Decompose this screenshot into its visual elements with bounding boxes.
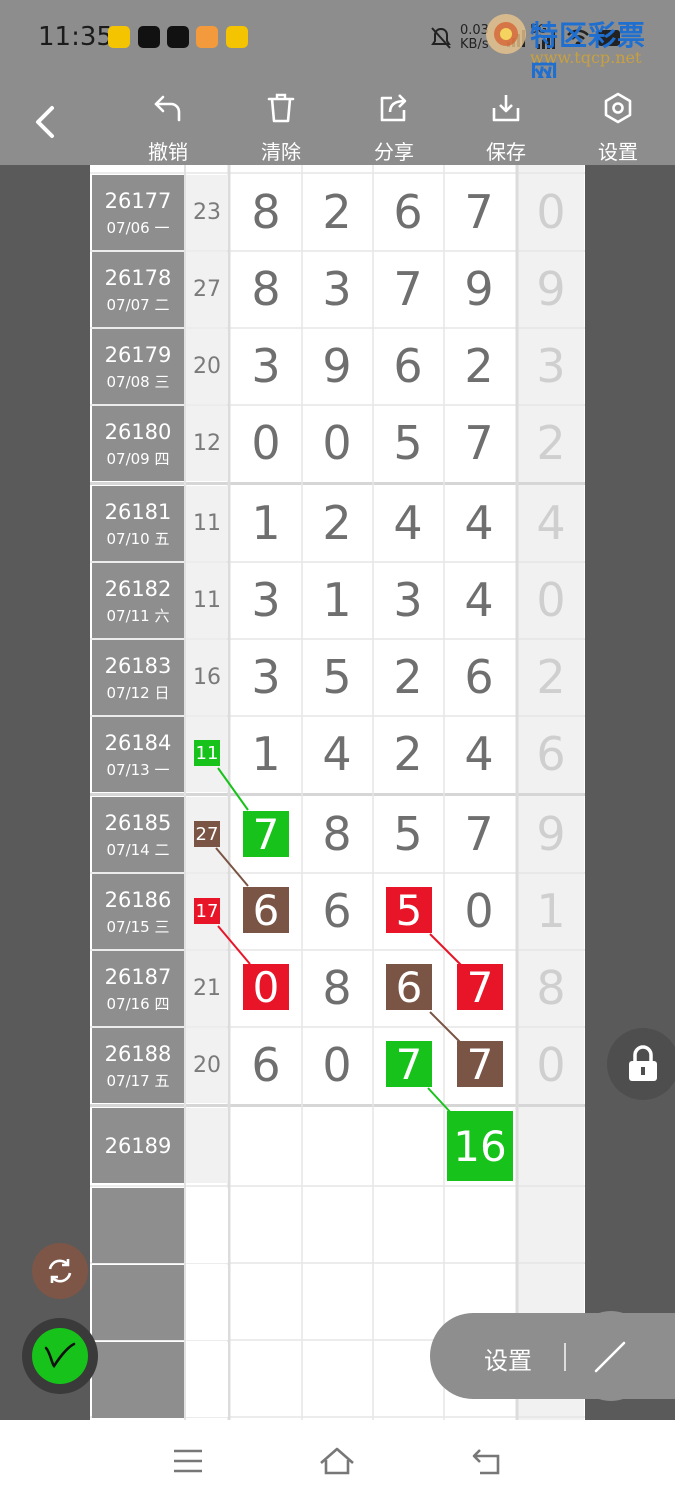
trend-lines [215,767,463,1115]
sum-highlight-26184: 11 [194,740,220,766]
next-value-highlight: 16 [447,1111,513,1181]
home-icon[interactable] [318,1446,356,1476]
menu-icon[interactable] [172,1448,204,1474]
sum-highlight-26186: 17 [194,898,220,924]
digit-highlight-26187-4: 7 [457,964,503,1012]
pen-stroke-icon [44,1342,76,1369]
pill-divider [564,1343,566,1371]
draw-settings-label: 设置 [484,1347,532,1375]
system-nav-bar [0,1420,675,1500]
line-tool-button[interactable] [570,1311,652,1401]
digit-highlight-26186-3: 5 [386,887,432,935]
digit-highlight-26187-3: 6 [386,964,432,1012]
pen-mode-button[interactable] [22,1318,98,1394]
line-tool-icon [594,1341,626,1373]
refresh-icon [48,1259,72,1283]
refresh-button[interactable] [32,1243,88,1299]
draw-settings-pill[interactable]: 设置 [430,1311,675,1401]
digit-highlight-26186-1: 6 [243,887,289,935]
lock-icon [629,1045,657,1081]
lock-button[interactable] [607,1028,675,1100]
digit-highlight-26185-1: 7 [243,811,289,859]
digit-highlight-26188-3: 7 [386,1041,432,1089]
digit-highlight-26187-1: 0 [243,964,289,1012]
back-nav-icon[interactable] [470,1446,504,1476]
sum-highlight-26185: 27 [194,821,220,847]
digit-highlight-26188-4: 7 [457,1041,503,1089]
